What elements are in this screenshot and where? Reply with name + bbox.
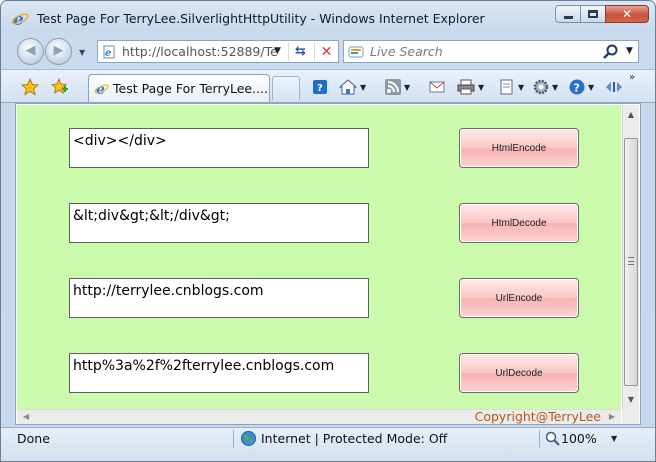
page-menu-icon <box>500 79 513 95</box>
ie-page-icon: e <box>94 82 109 96</box>
scroll-right-arrow-icon[interactable]: ▶ <box>605 410 619 424</box>
back-button[interactable]: ◀ <box>17 38 44 65</box>
help-button[interactable]: ? ▼ <box>569 78 594 96</box>
new-tab-button[interactable] <box>272 76 300 100</box>
copyright-text: Copyright@TerryLee <box>474 409 601 424</box>
scroll-up-arrow-icon[interactable]: ▲ <box>623 107 639 123</box>
search-input[interactable]: Live Search <box>370 44 443 59</box>
url-encode-button[interactable]: UrlEncode <box>459 278 579 318</box>
status-text: Done <box>17 431 50 446</box>
input-textbox-4[interactable]: http%3a%2f%2fterrylee.cnblogs.com <box>69 353 369 393</box>
silverlight-canvas: <div></div> HtmlEncode &lt;div&gt;&lt;/d… <box>17 105 621 409</box>
address-input[interactable]: http://localhost:52889/Te <box>122 44 282 59</box>
input-textbox-2[interactable]: &lt;div&gt;&lt;/div&gt; <box>69 203 369 243</box>
search-bar[interactable]: Live Search ▼ <box>343 40 639 63</box>
read-mail-button[interactable] <box>429 78 445 96</box>
globe-icon <box>241 431 256 446</box>
minimize-icon <box>563 16 573 19</box>
forward-button[interactable]: ▶ <box>45 38 72 65</box>
forward-arrow-icon: ▶ <box>53 43 64 58</box>
home-button[interactable]: ▼ <box>339 78 366 96</box>
svg-text:e: e <box>105 48 111 59</box>
stop-icon: ✕ <box>320 43 333 60</box>
zoom-icon[interactable] <box>545 431 560 446</box>
scroll-down-arrow-icon[interactable]: ▼ <box>623 392 639 408</box>
help-icon: ? <box>569 79 585 95</box>
scrollbar-corner <box>622 409 639 424</box>
search-icon[interactable] <box>602 43 620 60</box>
help-button-blue[interactable]: ? <box>313 78 327 96</box>
zoom-level[interactable]: 100% <box>561 431 597 446</box>
more-commands-chevron-icon[interactable]: » <box>629 72 635 83</box>
address-dropdown-icon[interactable]: ▼ <box>274 46 281 56</box>
search-options-dropdown-icon[interactable]: ▼ <box>626 46 633 56</box>
zoom-dropdown-icon[interactable]: ▼ <box>611 434 617 443</box>
tools-gear-icon <box>533 79 549 95</box>
close-button[interactable]: ✕ <box>605 5 649 23</box>
quick-help-icon: ? <box>313 80 327 94</box>
tools-button[interactable]: ▼ <box>533 78 558 96</box>
home-icon <box>339 79 357 95</box>
maximize-icon <box>588 10 598 18</box>
caption-buttons: ✕ <box>555 5 649 23</box>
minimize-button[interactable] <box>555 5 581 23</box>
stop-button[interactable]: ✕ <box>314 42 338 61</box>
add-favorites-icon[interactable] <box>51 78 69 96</box>
address-bar[interactable]: e http://localhost:52889/Te ▼ ⇆ ✕ <box>97 40 339 63</box>
maximize-button[interactable] <box>580 5 606 23</box>
tab-label: Test Page For TerryLee.... <box>113 81 269 96</box>
svg-text:e: e <box>96 82 105 96</box>
navigation-bar: ◀ ▶ ▼ e http://localhost:52889/Te ▼ ⇆ ✕ … <box>1 35 655 69</box>
status-bar: Done Internet | Protected Mode: Off 100%… <box>1 427 655 461</box>
svg-text:?: ? <box>574 82 580 95</box>
live-search-logo-icon <box>348 46 364 58</box>
html-encode-button[interactable]: HtmlEncode <box>459 128 579 168</box>
page-menu-button[interactable]: ▼ <box>499 78 524 96</box>
svg-text:?: ? <box>317 83 323 94</box>
window-title: Test Page For TerryLee.SilverlightHttpUt… <box>37 11 485 26</box>
page-viewport: <div></div> HtmlEncode &lt;div&gt;&lt;/d… <box>15 103 641 425</box>
print-icon <box>457 79 475 95</box>
back-arrow-icon: ◀ <box>25 43 36 58</box>
title-bar: e Test Page For TerryLee.SilverlightHttp… <box>1 1 655 35</box>
security-zone-text[interactable]: Internet | Protected Mode: Off <box>261 431 447 446</box>
scroll-left-arrow-icon[interactable]: ◀ <box>19 410 33 424</box>
print-button[interactable]: ▼ <box>457 78 484 96</box>
favorites-center-icon[interactable] <box>21 78 39 96</box>
tab-command-bar: e Test Page For TerryLee.... ? ▼ ▼ ▼ ▼ ▼… <box>1 69 655 103</box>
browser-window: e Test Page For TerryLee.SilverlightHttp… <box>0 0 656 462</box>
feeds-button[interactable]: ▼ <box>385 78 410 96</box>
research-icon <box>606 82 622 92</box>
close-icon: ✕ <box>621 7 633 21</box>
recent-pages-dropdown-icon[interactable]: ▼ <box>79 48 85 57</box>
horizontal-scrollbar[interactable]: ◀ Copyright@TerryLee ▶ <box>17 409 621 424</box>
url-decode-button[interactable]: UrlDecode <box>459 353 579 393</box>
html-decode-button[interactable]: HtmlDecode <box>459 203 579 243</box>
feeds-icon <box>385 79 401 95</box>
page-icon: e <box>103 45 115 59</box>
read-mail-icon <box>429 81 445 93</box>
vertical-scrollbar[interactable]: ▲ ▼ <box>622 105 639 409</box>
tab-test-page[interactable]: e Test Page For TerryLee.... <box>88 74 270 102</box>
input-textbox-3[interactable]: http://terrylee.cnblogs.com <box>69 278 369 318</box>
vertical-scroll-thumb[interactable] <box>624 138 638 386</box>
research-button[interactable] <box>605 78 623 96</box>
refresh-button[interactable]: ⇆ <box>288 42 312 61</box>
ie-logo-icon: e <box>11 10 29 28</box>
input-textbox-1[interactable]: <div></div> <box>69 128 369 168</box>
refresh-icon: ⇆ <box>295 44 306 59</box>
